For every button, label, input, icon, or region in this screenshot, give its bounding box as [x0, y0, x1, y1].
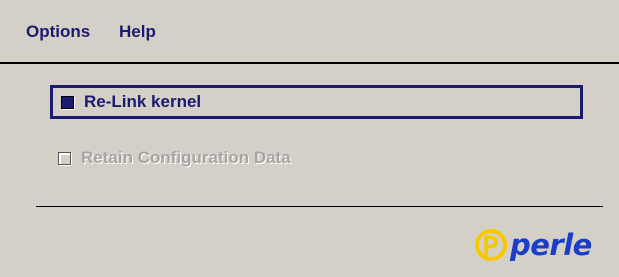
menu-bar: Options Help [0, 0, 619, 64]
relink-kernel-label: Re-Link kernel [84, 92, 202, 111]
menu-help[interactable]: Help [119, 22, 156, 42]
perle-logo-icon [475, 229, 507, 261]
retain-configuration-checkbox: Retain Configuration Data [50, 141, 450, 175]
relink-kernel-checkbox[interactable]: Re-Link kernel [50, 85, 583, 119]
separator [36, 206, 603, 207]
checkbox-checked-icon[interactable] [61, 95, 74, 109]
retain-configuration-label: Retain Configuration Data [81, 148, 291, 167]
checkbox-unchecked-icon [58, 151, 71, 165]
perle-logo-text: perle [510, 228, 592, 262]
menu-options[interactable]: Options [26, 22, 90, 42]
perle-logo: perle [474, 223, 608, 267]
